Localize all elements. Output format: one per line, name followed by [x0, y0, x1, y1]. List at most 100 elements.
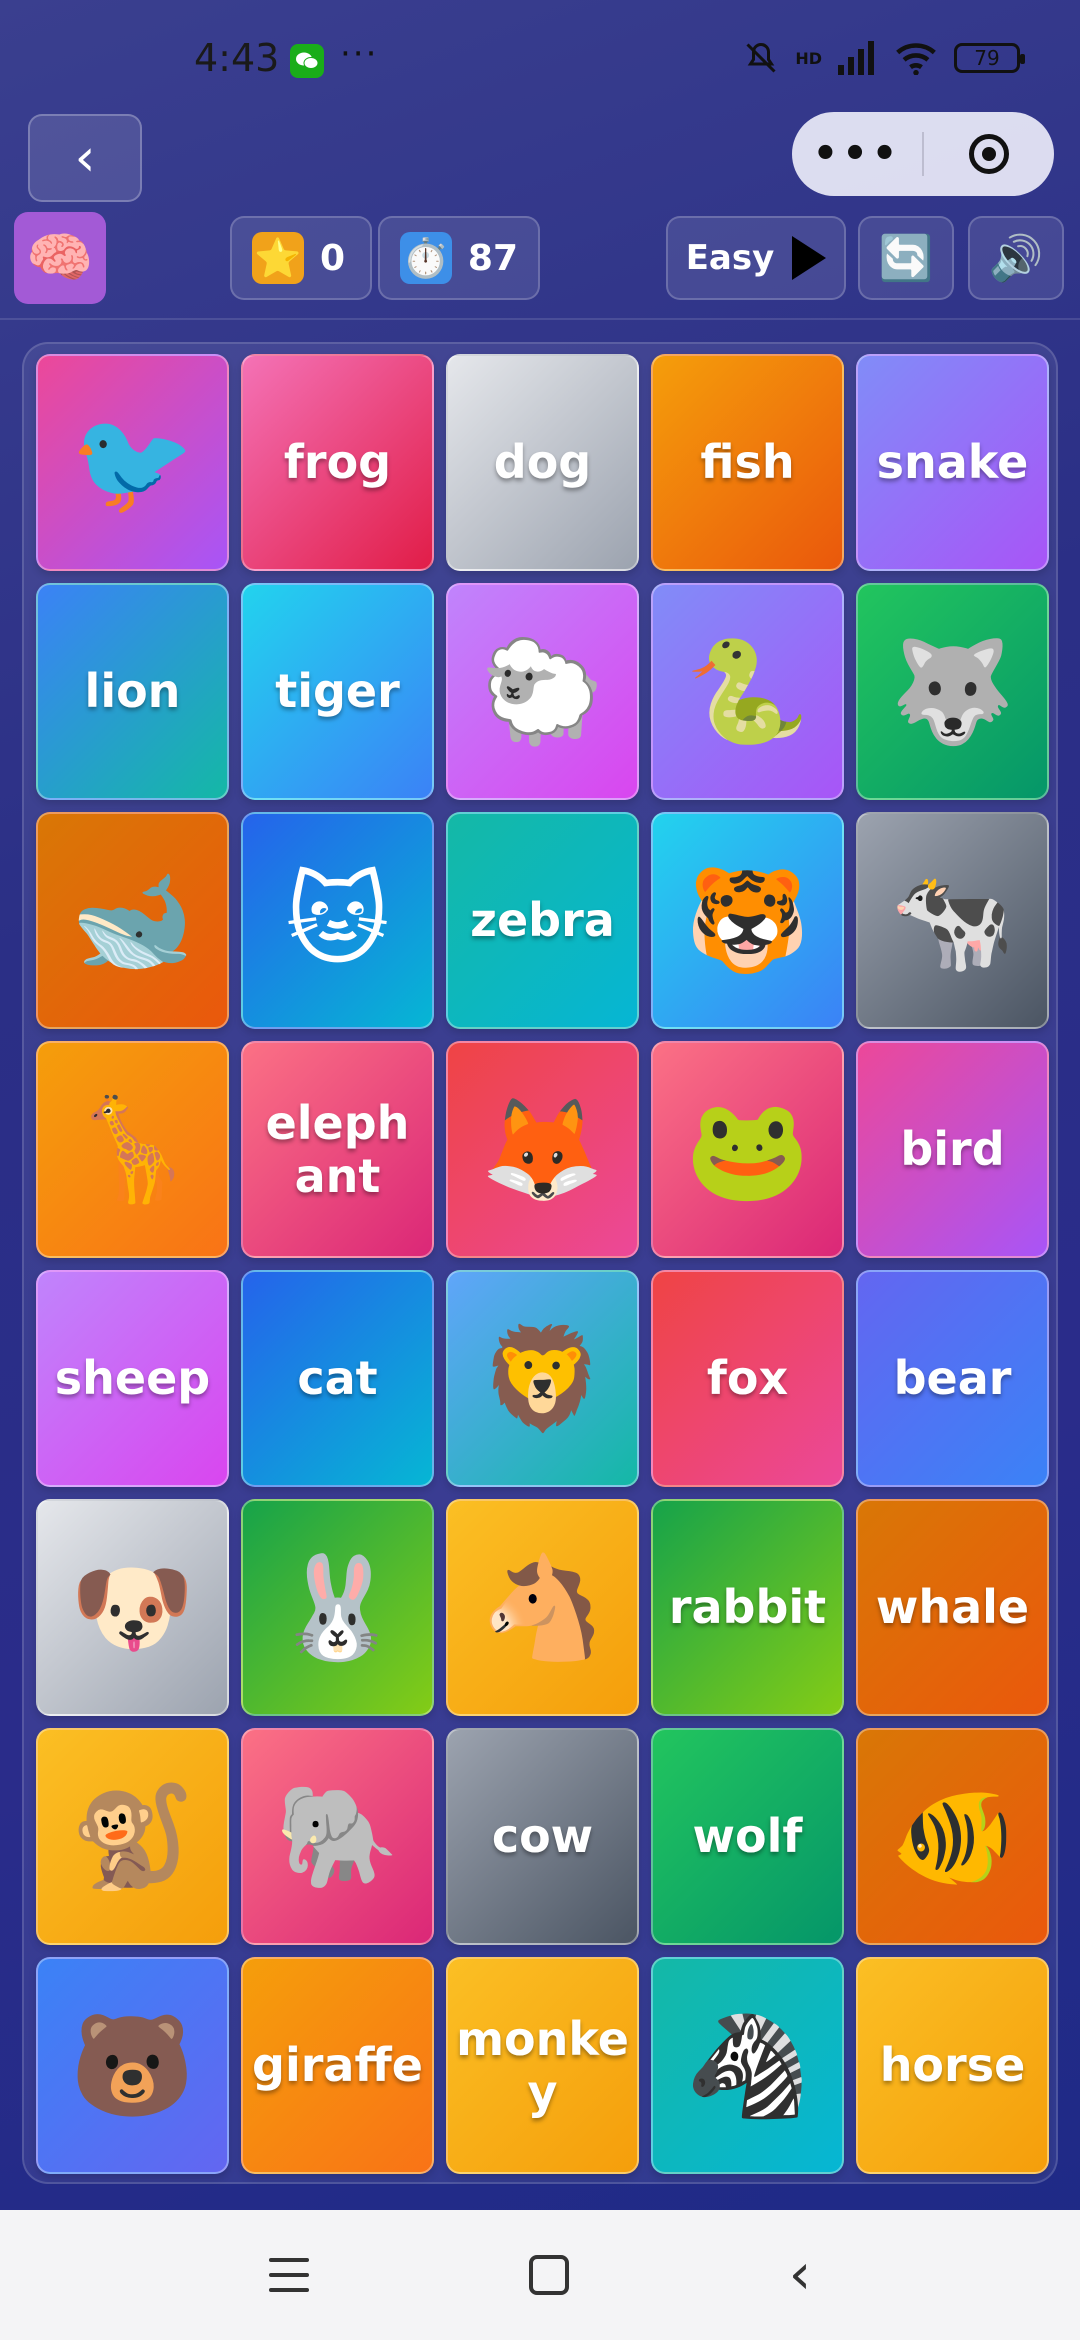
game-toolbar: 🧠 ⭐ 0 ⏱️ 87 Easy 🔄 🔊 [0, 212, 1080, 304]
score-value: 0 [320, 237, 346, 279]
word-card[interactable]: lion [36, 583, 229, 800]
wifi-icon [896, 43, 936, 75]
toolbar-divider [0, 318, 1080, 320]
timer-value: 87 [467, 237, 518, 279]
word-card[interactable]: fox [651, 1270, 844, 1487]
card-word: monkey [456, 2011, 629, 2119]
card-word: tiger [275, 664, 400, 719]
word-card[interactable]: whale [856, 1499, 1049, 1716]
card-word: elephant [265, 1095, 410, 1203]
card-word: fox [706, 1351, 789, 1406]
card-word: giraffe [252, 2038, 423, 2093]
system-back-button[interactable]: ‹ [789, 2247, 811, 2303]
card-word: rabbit [668, 1580, 827, 1635]
score-display: ⭐ 0 [230, 216, 372, 300]
emoji-card[interactable]: 🐴 [446, 1499, 639, 1716]
speaker-icon: 🔊 [988, 233, 1044, 284]
hd-label: HD [795, 48, 822, 68]
emoji-card[interactable]: 🐄 [856, 812, 1049, 1029]
status-bar: 4:43 ··· HD 79 [0, 0, 1080, 110]
emoji-card[interactable]: 🐺 [856, 583, 1049, 800]
card-animal-emoji: 🦁 [480, 1319, 605, 1437]
emoji-card[interactable]: 🐋 [36, 812, 229, 1029]
word-card[interactable]: fish [651, 354, 844, 571]
emoji-card[interactable]: 🐑 [446, 583, 639, 800]
card-animal-emoji: 🐦 [70, 403, 195, 521]
word-card[interactable]: bird [856, 1041, 1049, 1258]
back-button[interactable]: ‹ [28, 114, 142, 202]
card-animal-emoji: 🐍 [685, 632, 810, 750]
emoji-card[interactable]: 🐸 [651, 1041, 844, 1258]
word-card[interactable]: dog [446, 354, 639, 571]
close-miniprogram-button[interactable] [924, 134, 1054, 174]
stopwatch-icon: ⏱️ [400, 232, 452, 284]
card-animal-emoji: 🐱 [285, 861, 390, 979]
brain-button[interactable]: 🧠 [14, 212, 106, 304]
card-word: wolf [692, 1809, 803, 1864]
emoji-card[interactable]: 🐘 [241, 1728, 434, 1945]
battery-icon: 79 [954, 43, 1025, 73]
card-animal-emoji: 🐻 [70, 2006, 195, 2124]
game-board: 🐦 frog dog fish snake lion tiger 🐑 🐍 🐺 🐋 🐱 zebra 🐯 🐄 🦒 e… [22, 342, 1058, 2184]
card-grid: 🐦 frog dog fish snake lion tiger 🐑 🐍 🐺 🐋 🐱 zebra 🐯 🐄 🦒 e… [36, 354, 1049, 2174]
word-card[interactable]: snake [856, 354, 1049, 571]
difficulty-button[interactable]: Easy [666, 216, 846, 300]
word-card[interactable]: monkey [446, 1957, 639, 2174]
card-word: lion [84, 664, 181, 719]
emoji-card[interactable]: 🐱 [241, 812, 434, 1029]
chevron-left-icon: ‹ [74, 128, 96, 188]
emoji-card[interactable]: 🦊 [446, 1041, 639, 1258]
card-animal-emoji: 🐸 [685, 1090, 810, 1208]
card-word: bear [893, 1351, 1012, 1406]
word-card[interactable]: wolf [651, 1728, 844, 1945]
emoji-card[interactable]: 🐯 [651, 812, 844, 1029]
system-nav-bar: ‹ [0, 2210, 1080, 2340]
star-icon: ⭐ [252, 232, 304, 284]
card-word: cat [297, 1351, 378, 1406]
refresh-button[interactable]: 🔄 [858, 216, 954, 300]
word-card[interactable]: rabbit [651, 1499, 844, 1716]
refresh-icon: 🔄 [878, 233, 934, 284]
word-card[interactable]: bear [856, 1270, 1049, 1487]
word-card[interactable]: sheep [36, 1270, 229, 1487]
word-card[interactable]: cat [241, 1270, 434, 1487]
emoji-card[interactable]: 🐦 [36, 354, 229, 571]
word-card[interactable]: frog [241, 354, 434, 571]
card-animal-emoji: 🦊 [480, 1090, 605, 1208]
card-animal-emoji: 🐑 [480, 632, 605, 750]
card-animal-emoji: 🐴 [480, 1548, 605, 1666]
play-icon [792, 236, 827, 280]
signal-icon [838, 41, 874, 75]
word-card[interactable]: cow [446, 1728, 639, 1945]
card-animal-emoji: 🐋 [70, 861, 195, 979]
status-time: 4:43 [194, 36, 280, 80]
emoji-card[interactable]: 🦁 [446, 1270, 639, 1487]
emoji-card[interactable]: 🐒 [36, 1728, 229, 1945]
recent-apps-button[interactable] [268, 2258, 309, 2292]
emoji-card[interactable]: 🦓 [651, 1957, 844, 2174]
word-card[interactable]: elephant [241, 1041, 434, 1258]
more-options-button[interactable]: ••• [792, 131, 922, 177]
card-animal-emoji: 🐠 [890, 1777, 1015, 1895]
card-word: zebra [470, 893, 615, 948]
status-icons: HD 79 [743, 40, 1025, 76]
emoji-card[interactable]: 🐍 [651, 583, 844, 800]
card-animal-emoji: 🦒 [70, 1090, 195, 1208]
home-button[interactable] [528, 2255, 569, 2295]
word-card[interactable]: giraffe [241, 1957, 434, 2174]
sound-button[interactable]: 🔊 [968, 216, 1064, 300]
card-word: sheep [54, 1351, 211, 1406]
emoji-card[interactable]: 🐻 [36, 1957, 229, 2174]
card-word: bird [900, 1122, 1005, 1177]
card-word: dog [493, 435, 592, 490]
target-icon [969, 134, 1009, 174]
card-animal-emoji: 🐄 [890, 861, 1015, 979]
card-animal-emoji: 🐺 [890, 632, 1015, 750]
word-card[interactable]: zebra [446, 812, 639, 1029]
emoji-card[interactable]: 🐠 [856, 1728, 1049, 1945]
emoji-card[interactable]: 🐶 [36, 1499, 229, 1716]
word-card[interactable]: tiger [241, 583, 434, 800]
word-card[interactable]: horse [856, 1957, 1049, 2174]
emoji-card[interactable]: 🦒 [36, 1041, 229, 1258]
emoji-card[interactable]: 🐰 [241, 1499, 434, 1716]
